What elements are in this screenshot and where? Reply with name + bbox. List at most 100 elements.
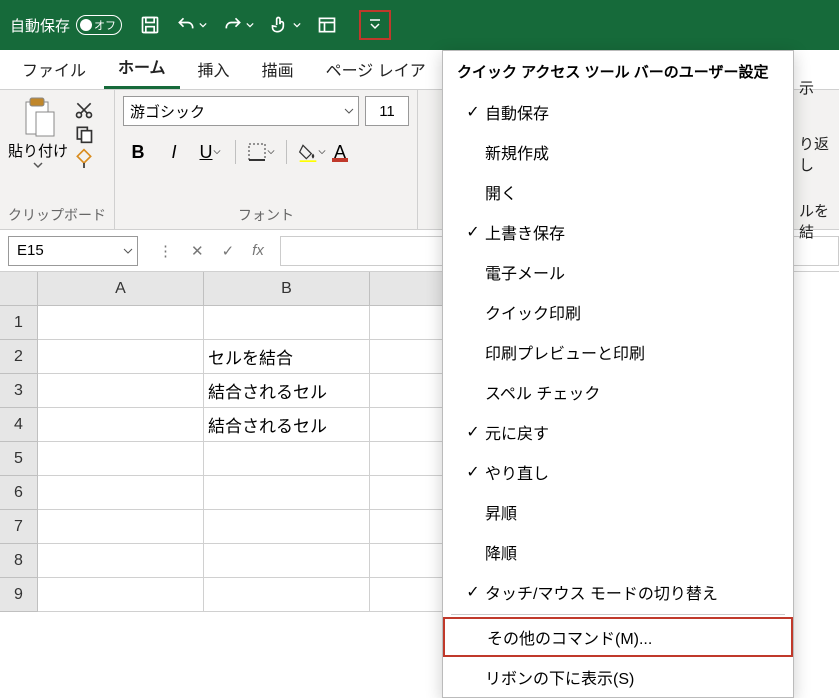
dropdown-item-label: 上書き保存 [485,220,565,244]
dropdown-item[interactable]: ✓タッチ/マウス モードの切り替え [443,572,793,612]
font-size-select[interactable]: 11 [365,96,409,126]
dropdown-item-label: 印刷プレビューと印刷 [485,340,645,364]
font-name-select[interactable]: 游ゴシック [123,96,359,126]
toggle-switch[interactable]: オフ [76,15,122,35]
font-size-value: 11 [379,103,395,120]
merge-label-partial: ルを結 [799,194,839,248]
cell[interactable] [204,306,370,340]
cell[interactable] [38,442,204,476]
confirm-formula-icon[interactable]: ✓ [222,242,235,260]
tab-draw[interactable]: 描画 [248,49,308,89]
check-icon: ✓ [461,582,485,602]
paste-label: 貼り付け [8,140,68,161]
cell[interactable] [38,578,204,612]
dropdown-item[interactable]: 印刷プレビューと印刷 [443,332,793,372]
row-header[interactable]: 5 [0,442,38,476]
dropdown-item[interactable]: 電子メール [443,252,793,292]
dropdown-item[interactable]: ✓やり直し [443,452,793,492]
row-header[interactable]: 1 [0,306,38,340]
cell[interactable]: 結合されるセル [204,374,370,408]
italic-button[interactable]: I [159,138,189,166]
save-icon[interactable] [140,15,160,35]
cell[interactable] [204,442,370,476]
show-below-label: リボンの下に表示(S) [485,665,634,689]
cell[interactable] [38,544,204,578]
dropdown-title: クイック アクセス ツール バーのユーザー設定 [443,51,793,92]
copy-icon[interactable] [74,124,94,148]
row-header[interactable]: 4 [0,408,38,442]
cell[interactable] [204,578,370,612]
column-header[interactable]: A [38,272,204,306]
cancel-formula-icon[interactable]: ✕ [191,242,204,260]
cell[interactable]: 結合されるセル [204,408,370,442]
dropdown-item[interactable]: 新規作成 [443,132,793,172]
cell[interactable]: セルを結合 [204,340,370,374]
undo-icon[interactable] [176,15,207,35]
tab-insert[interactable]: 挿入 [184,49,244,89]
row-header[interactable]: 9 [0,578,38,612]
cut-icon[interactable] [74,100,94,124]
redo-icon[interactable] [223,15,254,35]
row-header[interactable]: 2 [0,340,38,374]
fx-icon[interactable]: fx [252,242,264,259]
dropdown-item-label: 元に戻す [485,420,549,444]
select-all-corner[interactable] [0,272,38,306]
dropdown-show-below[interactable]: リボンの下に表示(S) [443,657,793,697]
tab-pagelayout[interactable]: ページ レイア [312,49,440,89]
row-header[interactable]: 7 [0,510,38,544]
dropdown-item-label: 新規作成 [485,140,549,164]
dropdown-item-label: 開く [485,180,517,204]
cell[interactable] [38,340,204,374]
cell[interactable] [204,544,370,578]
dropdown-item[interactable]: ✓元に戻す [443,412,793,452]
dropdown-item-label: タッチ/マウス モードの切り替え [485,580,718,604]
column-header[interactable]: B [204,272,370,306]
expand-icon[interactable]: ⋮ [158,242,173,260]
name-box[interactable]: E15 [8,236,138,266]
row-header[interactable]: 3 [0,374,38,408]
paste-button[interactable]: 貼り付け [8,96,68,172]
fill-color-button[interactable] [297,138,327,166]
dropdown-item-label: スペル チェック [485,380,600,404]
dropdown-item-label: クイック印刷 [485,300,581,324]
cell[interactable] [38,408,204,442]
cell[interactable] [204,476,370,510]
touch-mode-icon[interactable] [270,15,301,35]
dropdown-item-label: 電子メール [485,260,565,284]
underline-button[interactable]: U [195,138,225,166]
view-tab-partial[interactable]: 示 [799,60,839,114]
wrap-label-partial: り返し [799,114,839,194]
row-header[interactable]: 6 [0,476,38,510]
check-icon: ✓ [461,462,485,482]
dropdown-item[interactable]: ✓上書き保存 [443,212,793,252]
dropdown-item[interactable]: クイック印刷 [443,292,793,332]
dropdown-item-label: 昇順 [485,500,517,524]
cell[interactable] [204,510,370,544]
cell[interactable] [38,306,204,340]
dropdown-more-commands[interactable]: その他のコマンド(M)... [443,617,793,657]
dropdown-item-label: 降順 [485,540,517,564]
font-name-value: 游ゴシック [130,101,205,122]
row-header[interactable]: 8 [0,544,38,578]
customize-qat-button[interactable] [359,10,391,40]
cell[interactable] [38,374,204,408]
more-commands-label: その他のコマンド(M)... [487,625,652,649]
dropdown-item[interactable]: スペル チェック [443,372,793,412]
dropdown-item[interactable]: 開く [443,172,793,212]
autosave-toggle[interactable]: 自動保存 オフ [10,15,122,36]
dropdown-item[interactable]: ✓自動保存 [443,92,793,132]
bold-button[interactable]: B [123,138,153,166]
border-button[interactable] [246,138,276,166]
tab-home[interactable]: ホーム [104,46,180,89]
tab-file[interactable]: ファイル [8,49,100,89]
cell[interactable] [38,476,204,510]
form-icon[interactable] [317,15,337,35]
autosave-label: 自動保存 [10,15,70,36]
name-box-value: E15 [17,242,44,259]
check-icon: ✓ [461,102,485,122]
cell[interactable] [38,510,204,544]
format-painter-icon[interactable] [74,148,94,172]
font-color-button[interactable]: A [333,138,363,166]
dropdown-item[interactable]: 昇順 [443,492,793,532]
dropdown-item[interactable]: 降順 [443,532,793,572]
